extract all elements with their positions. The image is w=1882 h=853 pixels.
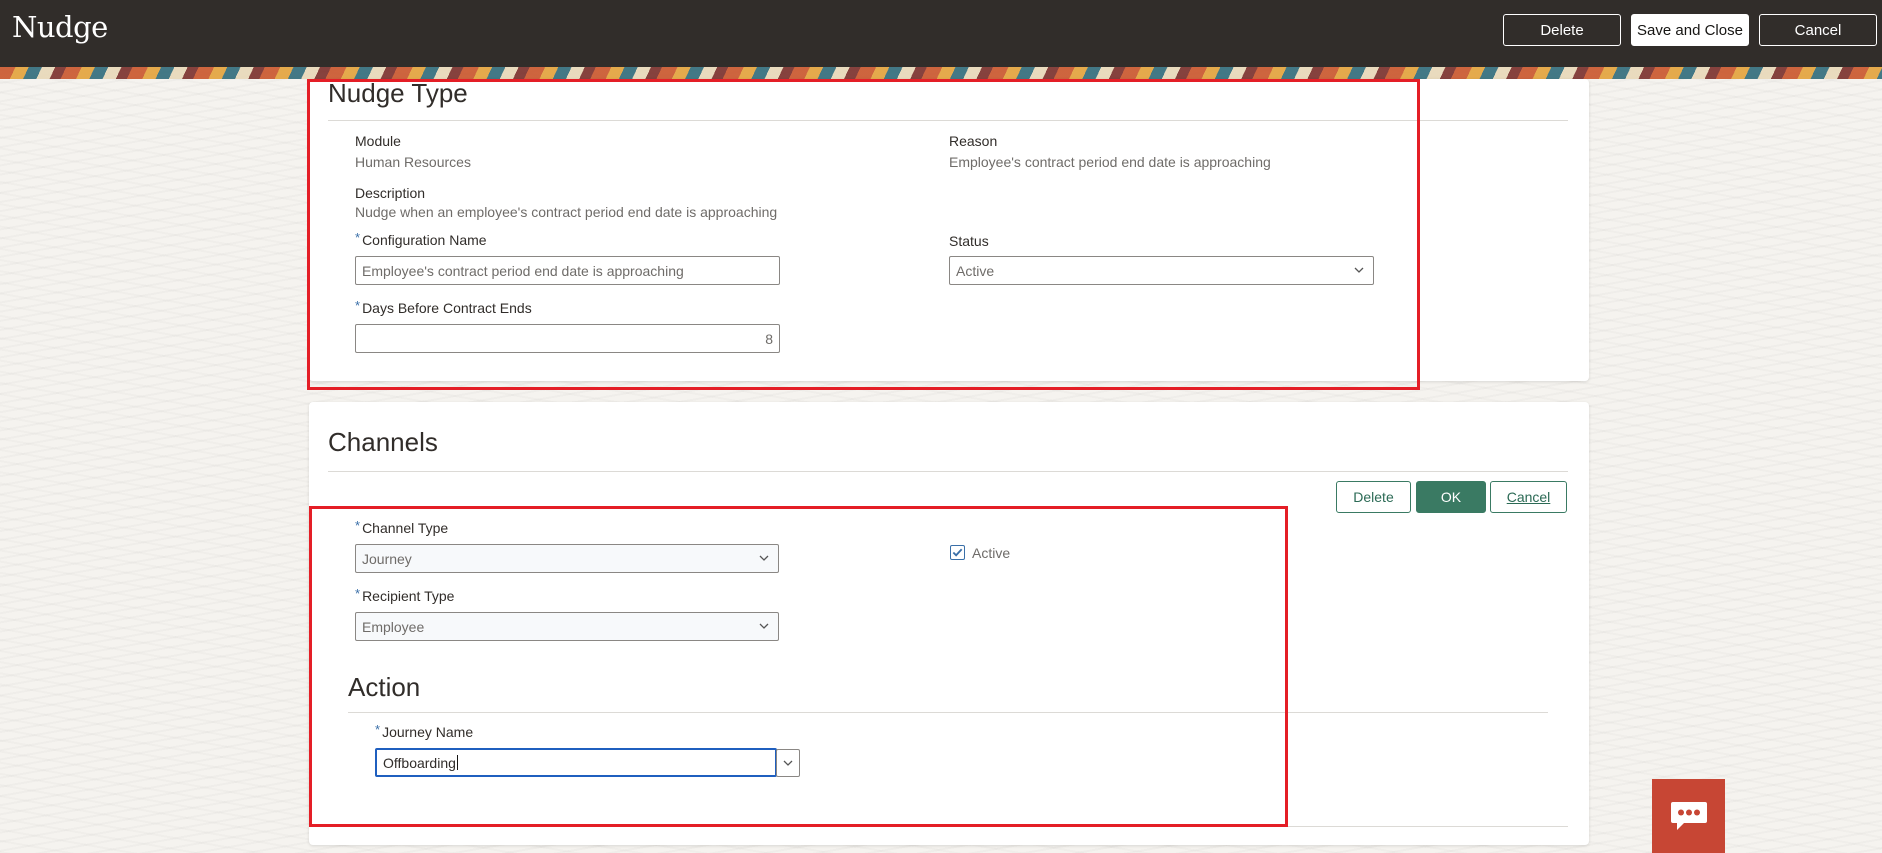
chevron-down-icon: [759, 623, 769, 629]
days-before-contract-ends-input[interactable]: 8: [355, 324, 780, 353]
section-divider: [348, 712, 1548, 713]
active-checkbox[interactable]: [950, 545, 965, 560]
status-select[interactable]: Active: [949, 256, 1374, 285]
chat-bubble-icon: [1670, 802, 1707, 830]
description-value: Nudge when an employee's contract period…: [355, 204, 778, 220]
section-divider: [328, 471, 1568, 472]
configuration-name-label: * Configuration Name: [355, 230, 487, 248]
module-label: Module: [355, 133, 401, 149]
section-divider: [328, 826, 1568, 827]
cancel-button[interactable]: Cancel: [1759, 14, 1877, 46]
reason-label: Reason: [949, 133, 998, 149]
chevron-down-icon: [759, 555, 769, 561]
chevron-down-icon: [1354, 267, 1364, 273]
journey-name-dropdown-button[interactable]: [776, 749, 800, 777]
checkmark-icon: [952, 548, 963, 557]
days-before-contract-ends-label: * Days Before Contract Ends: [355, 298, 532, 316]
journey-name-input[interactable]: Offboarding: [375, 748, 777, 777]
active-label: Active: [972, 545, 1011, 561]
channel-type-select[interactable]: Journey: [355, 544, 779, 573]
module-value: Human Resources: [355, 154, 471, 170]
recipient-type-select[interactable]: Employee: [355, 612, 779, 641]
action-title: Action: [348, 672, 421, 702]
page-title: Nudge: [12, 10, 108, 44]
description-label: Description: [355, 185, 426, 201]
channel-delete-button[interactable]: Delete: [1336, 481, 1411, 513]
status-label: Status: [949, 233, 989, 249]
page-header: Nudge Delete Save and Close Cancel: [0, 0, 1882, 67]
journey-name-label: * Journey Name: [375, 722, 474, 740]
channel-type-label: * Channel Type: [355, 518, 449, 536]
section-divider: [328, 120, 1568, 121]
chevron-down-icon: [783, 760, 793, 766]
recipient-type-label: * Recipient Type: [355, 586, 455, 604]
configuration-name-input[interactable]: Employee's contract period end date is a…: [355, 256, 780, 285]
channel-ok-button[interactable]: OK: [1416, 481, 1486, 513]
decorative-banner: [0, 67, 1882, 79]
text-cursor: [456, 755, 458, 770]
delete-button[interactable]: Delete: [1503, 14, 1621, 46]
reason-value: Employee's contract period end date is a…: [949, 154, 1271, 170]
nudge-type-title: Nudge Type: [328, 78, 468, 108]
save-and-close-button[interactable]: Save and Close: [1631, 14, 1749, 46]
channels-title: Channels: [328, 427, 438, 457]
channel-cancel-button[interactable]: Cancel: [1490, 481, 1567, 513]
chat-button[interactable]: [1652, 779, 1725, 853]
